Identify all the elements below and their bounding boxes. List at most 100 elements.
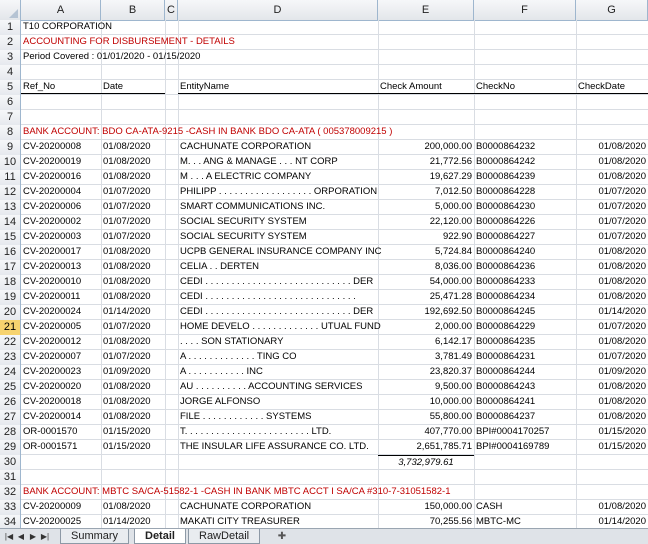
cell-a14[interactable]: CV-20200002 xyxy=(21,215,101,229)
cell-d22[interactable]: . . . . SON STATIONARY xyxy=(178,335,378,349)
column-header-c[interactable]: C xyxy=(165,0,178,20)
cell-g20[interactable]: 01/14/2020 xyxy=(576,305,648,319)
cell-b18[interactable]: 01/08/2020 xyxy=(101,275,165,289)
cell-e19[interactable]: 25,471.28 xyxy=(378,290,474,304)
table-row[interactable]: 17 CV-20200013 01/08/2020 CELIA . . DERTEN 8… xyxy=(0,260,648,275)
table-row[interactable]: 21 CV-20200005 01/07/2020 HOME DEVELO . . .… xyxy=(0,320,648,335)
table-row[interactable]: 34 CV-20200025 01/14/2020 MAKATI CITY TREAS… xyxy=(0,515,648,528)
row-header[interactable]: 22 xyxy=(0,335,21,350)
cell-a32[interactable]: BANK ACCOUNT: MBTC SA/CA-51582-1 -CASH I… xyxy=(21,485,452,499)
cell-b25[interactable]: 01/08/2020 xyxy=(101,380,165,394)
cell-a34[interactable]: CV-20200025 xyxy=(21,515,101,528)
cell-b5[interactable]: Date xyxy=(101,80,165,94)
cell-a26[interactable]: CV-20200018 xyxy=(21,395,101,409)
cell-e25[interactable]: 9,500.00 xyxy=(378,380,474,394)
column-header-d[interactable]: D xyxy=(178,0,378,20)
cell-a9[interactable]: CV-20200008 xyxy=(21,140,101,154)
cell-d5[interactable]: EntityName xyxy=(178,80,378,94)
cell-e18[interactable]: 54,000.00 xyxy=(378,275,474,289)
row-header[interactable]: 19 xyxy=(0,290,21,305)
cell-e16[interactable]: 5,724.84 xyxy=(378,245,474,259)
cell-a13[interactable]: CV-20200006 xyxy=(21,200,101,214)
cell-a22[interactable]: CV-20200012 xyxy=(21,335,101,349)
cell-g21[interactable]: 01/07/2020 xyxy=(576,320,648,334)
table-row[interactable]: 28 OR-0001570 01/15/2020 T. . . . . . . . .… xyxy=(0,425,648,440)
cell-g16[interactable]: 01/08/2020 xyxy=(576,245,648,259)
table-row[interactable]: 23 CV-20200007 01/07/2020 A . . . . . . . .… xyxy=(0,350,648,365)
cell-d25[interactable]: AU . . . . . . . . . . ACCOUNTING SERVIC… xyxy=(178,380,378,394)
cell-d33[interactable]: CACHUNATE CORPORATION xyxy=(178,500,378,514)
cell-b23[interactable]: 01/07/2020 xyxy=(101,350,165,364)
cell-d12[interactable]: PHILIPP . . . . . . . . . . . . . . . . … xyxy=(178,185,378,199)
cell-e22[interactable]: 6,142.17 xyxy=(378,335,474,349)
cell-b27[interactable]: 01/08/2020 xyxy=(101,410,165,424)
cell-b19[interactable]: 01/08/2020 xyxy=(101,290,165,304)
prev-sheet-icon[interactable]: ◀ xyxy=(16,531,26,543)
table-row[interactable]: 31 xyxy=(0,470,648,485)
cell-g26[interactable]: 01/08/2020 xyxy=(576,395,648,409)
cell-e13[interactable]: 5,000.00 xyxy=(378,200,474,214)
cell-b20[interactable]: 01/14/2020 xyxy=(101,305,165,319)
cell-d10[interactable]: M. . . ANG & MANAGE . . . NT CORP xyxy=(178,155,378,169)
cell-e21[interactable]: 2,000.00 xyxy=(378,320,474,334)
tab-rawdetail[interactable]: RawDetail xyxy=(188,529,261,544)
row-header[interactable]: 11 xyxy=(0,170,21,185)
cell-e9[interactable]: 200,000.00 xyxy=(378,140,474,154)
cell-g14[interactable]: 01/07/2020 xyxy=(576,215,648,229)
cell-a11[interactable]: CV-20200016 xyxy=(21,170,101,184)
cell-f22[interactable]: B0000864235 xyxy=(474,335,576,349)
cell-d21[interactable]: HOME DEVELO . . . . . . . . . . . . . UT… xyxy=(178,320,381,334)
cell-e15[interactable]: 922.90 xyxy=(378,230,474,244)
last-sheet-icon[interactable]: ▶| xyxy=(40,531,50,543)
cell-a12[interactable]: CV-20200004 xyxy=(21,185,101,199)
table-row[interactable]: 20 CV-20200024 01/14/2020 CEDI . . . . . . … xyxy=(0,305,648,320)
column-header-a[interactable]: A xyxy=(21,0,101,20)
next-sheet-icon[interactable]: ▶ xyxy=(28,531,38,543)
cell-e11[interactable]: 19,627.29 xyxy=(378,170,474,184)
row-header[interactable]: 8 xyxy=(0,125,21,140)
cell-d13[interactable]: SMART COMMUNICATIONS INC. xyxy=(178,200,378,214)
cell-g5[interactable]: CheckDate xyxy=(576,80,648,94)
cell-b28[interactable]: 01/15/2020 xyxy=(101,425,165,439)
table-row[interactable]: 6 xyxy=(0,95,648,110)
cell-d11[interactable]: M . . . A ELECTRIC COMPANY xyxy=(178,170,378,184)
row-header[interactable]: 33 xyxy=(0,500,21,515)
table-row[interactable]: 24 CV-20200023 01/09/2020 A . . . . . . . .… xyxy=(0,365,648,380)
cell-d34[interactable]: MAKATI CITY TREASURER xyxy=(178,515,378,528)
table-row[interactable]: 12 CV-20200004 01/07/2020 PHILIPP . . . . .… xyxy=(0,185,648,200)
cell-d9[interactable]: CACHUNATE CORPORATION xyxy=(178,140,378,154)
row-header[interactable]: 13 xyxy=(0,200,21,215)
cell-b11[interactable]: 01/08/2020 xyxy=(101,170,165,184)
cell-d14[interactable]: SOCIAL SECURITY SYSTEM xyxy=(178,215,378,229)
cell-f29[interactable]: BPI#0004169789 xyxy=(474,440,576,454)
column-header-e[interactable]: E xyxy=(378,0,474,20)
row-header[interactable]: 16 xyxy=(0,245,21,260)
cell-f12[interactable]: B0000864228 xyxy=(474,185,576,199)
cell-a17[interactable]: CV-20200013 xyxy=(21,260,101,274)
cell-g10[interactable]: 01/08/2020 xyxy=(576,155,648,169)
cell-d23[interactable]: A . . . . . . . . . . . . . TING CO xyxy=(178,350,378,364)
cell-f9[interactable]: B0000864232 xyxy=(474,140,576,154)
cell-f20[interactable]: B0000864245 xyxy=(474,305,576,319)
cell-f28[interactable]: BPI#0004170257 xyxy=(474,425,576,439)
cell-f16[interactable]: B0000864240 xyxy=(474,245,576,259)
cell-g24[interactable]: 01/09/2020 xyxy=(576,365,648,379)
cell-g22[interactable]: 01/08/2020 xyxy=(576,335,648,349)
table-row[interactable]: 22 CV-20200012 01/08/2020 . . . . SON STATI… xyxy=(0,335,648,350)
row-header[interactable]: 9 xyxy=(0,140,21,155)
row-header[interactable]: 12 xyxy=(0,185,21,200)
cell-e33[interactable]: 150,000.00 xyxy=(378,500,474,514)
cell-f33[interactable]: CASH xyxy=(474,500,576,514)
cell-g9[interactable]: 01/08/2020 xyxy=(576,140,648,154)
cell-d20[interactable]: CEDI . . . . . . . . . . . . . . . . . .… xyxy=(178,305,378,319)
cell-e27[interactable]: 55,800.00 xyxy=(378,410,474,424)
cell-g29[interactable]: 01/15/2020 xyxy=(576,440,648,454)
table-row[interactable]: 9 CV-20200008 01/08/2020 CACHUNATE CORPORAT… xyxy=(0,140,648,155)
cell-a23[interactable]: CV-20200007 xyxy=(21,350,101,364)
table-row[interactable]: 14 CV-20200002 01/07/2020 SOCIAL SECURITY S… xyxy=(0,215,648,230)
first-sheet-icon[interactable]: |◀ xyxy=(4,531,14,543)
tab-summary[interactable]: Summary xyxy=(60,529,130,544)
cell-b15[interactable]: 01/07/2020 xyxy=(101,230,165,244)
cell-a16[interactable]: CV-20200017 xyxy=(21,245,101,259)
cell-b9[interactable]: 01/08/2020 xyxy=(101,140,165,154)
